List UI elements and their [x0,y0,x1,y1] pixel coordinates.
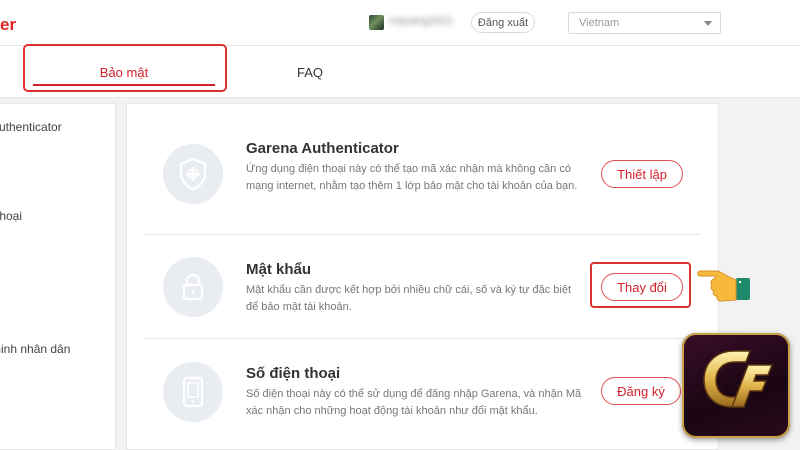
shield-icon [163,144,223,204]
lock-icon [163,257,223,317]
section-description: Ứng dụng điện thoại này có thể tạo mã xá… [246,163,578,192]
tab-highlight-box [23,44,227,92]
pointing-hand-icon [697,270,750,302]
sidebar-item-authenticator[interactable]: Authenticator [0,120,62,134]
phone-icon [163,362,223,422]
logout-button[interactable]: Đăng xuất [471,12,535,33]
brand-logo-text[interactable]: er [0,15,16,35]
language-select-value: Vietnam [579,17,620,29]
authenticator-section: Garena Authenticator Ứng dụng điện thoại… [145,104,701,234]
avatar[interactable] [369,15,384,30]
tab-faq[interactable]: FAQ [275,46,345,98]
register-phone-button[interactable]: Đăng ký [601,377,681,405]
sidebar-item-id-card[interactable]: minh nhân dân [0,342,70,356]
chevron-down-icon [704,21,712,26]
section-description: Mật khẩu cần được kết hợp bởi nhiều chữ … [246,284,571,313]
section-description: Số điện thoại này có thể sử dụng để đăng… [246,388,582,417]
watermark-logo [682,333,790,438]
watermark-emblem-icon [703,350,774,408]
section-title: Garena Authenticator [246,140,399,157]
username[interactable]: mquang2021 [389,15,453,27]
tab-faq-label: FAQ [296,64,323,80]
sidebar-item-phone[interactable]: thoại [0,209,22,223]
sidebar: Authenticator thoại minh nhân dân [0,103,116,450]
setup-authenticator-button[interactable]: Thiết lập [601,160,683,188]
top-header: er mquang2021 Đăng xuất Vietnam [0,0,800,46]
section-title: Số điện thoại [246,365,341,382]
section-title: Mật khẩu [246,261,312,278]
button-highlight-box [590,262,691,308]
phone-section: Số điện thoại Số điện thoại này có thể s… [145,339,701,449]
language-select[interactable]: Vietnam [568,12,721,34]
